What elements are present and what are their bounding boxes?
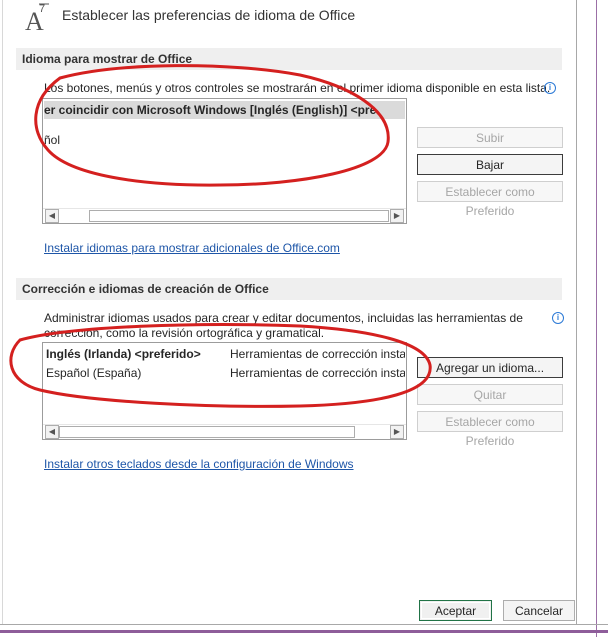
list-item[interactable]: Inglés (Irlanda) <preferido> Herramienta…	[44, 345, 405, 363]
cancel-button[interactable]: Cancelar	[503, 600, 575, 621]
horizontal-scrollbar[interactable]: ◀ ▶	[43, 208, 406, 223]
scrollbar-thumb[interactable]	[59, 426, 355, 438]
display-language-section-header: Idioma para mostrar de Office	[16, 48, 562, 70]
remove-language-button[interactable]: Quitar	[417, 384, 563, 405]
section-title: Corrección e idiomas de creación de Offi…	[22, 282, 269, 296]
window-border-left	[2, 0, 3, 624]
window-border-bottom	[0, 624, 608, 625]
window-border-right	[576, 0, 577, 624]
add-language-button[interactable]: Agregar un idioma...	[417, 357, 563, 378]
install-display-languages-link[interactable]: Instalar idiomas para mostrar adicionale…	[44, 241, 340, 255]
set-preferred-authoring-button[interactable]: Establecer como Preferido	[417, 411, 563, 448]
outer-window-border	[596, 0, 597, 637]
scroll-right-icon[interactable]: ▶	[390, 425, 404, 439]
svg-text:7: 7	[39, 3, 45, 15]
ok-button[interactable]: Aceptar	[419, 600, 492, 621]
move-up-button[interactable]: Subir	[417, 127, 563, 148]
scrollbar-thumb[interactable]	[89, 210, 389, 222]
authoring-description-line2: corrección, como la revisión ortográfica…	[44, 326, 325, 340]
list-item[interactable]: er coincidir con Microsoft Windows [Ingl…	[44, 101, 405, 119]
authoring-language-section-header: Corrección e idiomas de creación de Offi…	[16, 278, 562, 300]
horizontal-scrollbar[interactable]: ◀ ▶	[43, 424, 406, 439]
scroll-left-icon[interactable]: ◀	[45, 209, 59, 223]
taskbar-edge	[0, 630, 608, 633]
scroll-left-icon[interactable]: ◀	[45, 425, 59, 439]
language-name: Inglés (Irlanda) <preferido>	[46, 347, 201, 361]
info-icon[interactable]: i	[544, 82, 556, 94]
install-keyboards-link[interactable]: Instalar otros teclados desde la configu…	[44, 457, 354, 471]
section-title: Idioma para mostrar de Office	[22, 52, 193, 66]
authoring-description-line1: Administrar idiomas usados para crear y …	[44, 311, 523, 325]
proofing-status: Herramientas de corrección instal	[230, 366, 405, 380]
scroll-right-icon[interactable]: ▶	[390, 209, 404, 223]
dialog-title: Establecer las preferencias de idioma de…	[62, 7, 356, 23]
set-preferred-display-button[interactable]: Establecer como Preferido	[417, 181, 563, 218]
display-language-description: Los botones, menús y otros controles se …	[44, 81, 551, 95]
info-icon[interactable]: i	[552, 312, 564, 324]
language-name: Español (España)	[46, 366, 142, 380]
list-item[interactable]: ñol	[44, 131, 405, 149]
move-down-button[interactable]: Bajar	[417, 154, 563, 175]
authoring-language-list[interactable]: Inglés (Irlanda) <preferido> Herramienta…	[42, 342, 407, 440]
language-icon: A 7	[25, 0, 53, 36]
display-language-list[interactable]: er coincidir con Microsoft Windows [Ingl…	[42, 98, 407, 224]
proofing-status: Herramientas de corrección instal	[230, 347, 405, 361]
list-item[interactable]: Español (España) Herramientas de correcc…	[44, 364, 405, 382]
